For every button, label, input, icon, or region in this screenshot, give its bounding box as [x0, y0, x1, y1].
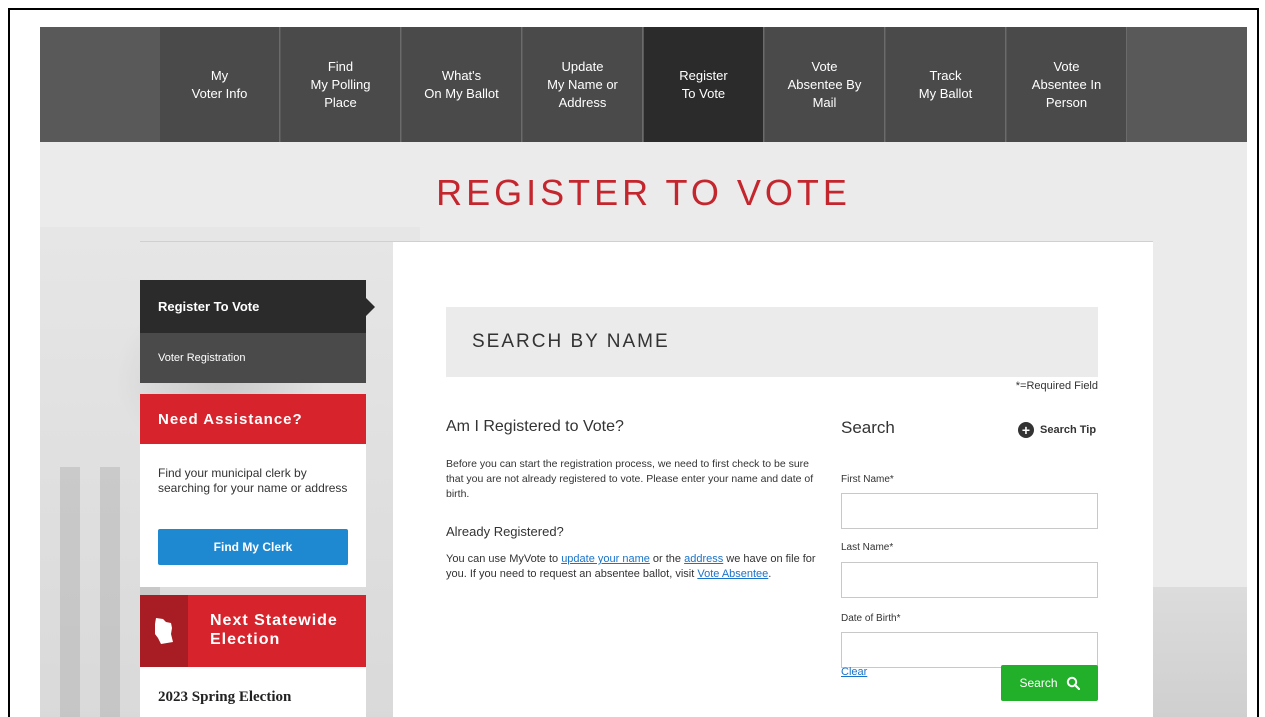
already-registered-text: You can use MyVote to update your name o… [446, 553, 816, 580]
nav-my-voter-info[interactable]: My Voter Info [160, 27, 280, 142]
date-of-birth-field[interactable] [841, 632, 1098, 668]
date-of-birth-label: Date of Birth* [841, 613, 901, 624]
last-name-field[interactable] [841, 562, 1098, 598]
top-navigation: My Voter Info Find My Polling Place What… [40, 27, 1247, 142]
vote-absentee-link[interactable]: Vote Absentee [697, 568, 768, 580]
nav-register-to-vote[interactable]: Register To Vote [644, 27, 764, 142]
update-your-name-link[interactable]: update your name [561, 553, 650, 565]
next-election-heading-panel: Next Statewide Election [140, 595, 366, 667]
wisconsin-state-icon [140, 595, 188, 667]
page: My Voter Info Find My Polling Place What… [40, 27, 1247, 717]
search-icon [1066, 676, 1080, 690]
last-name-label: Last Name* [841, 542, 894, 553]
search-by-name-heading: SEARCH BY NAME [446, 307, 1098, 377]
search-tip-label: Search Tip [1040, 424, 1097, 436]
need-assistance-heading: Need Assistance? [140, 394, 366, 444]
capitol-background-image-right [1137, 587, 1247, 717]
first-name-field[interactable] [841, 493, 1098, 529]
sidebar-item-register-to-vote[interactable]: Register To Vote [140, 280, 375, 333]
need-assistance-text: Find your municipal clerk by searching f… [158, 466, 348, 495]
plus-circle-icon: + [1018, 422, 1034, 438]
find-my-clerk-button[interactable]: Find My Clerk [158, 529, 348, 565]
registered-question-text: Before you can start the registration pr… [446, 458, 814, 500]
main-content: SEARCH BY NAME *=Required Field Am I Reg… [393, 242, 1153, 717]
search-button-label: Search [1019, 676, 1058, 690]
required-field-note: *=Required Field [1015, 380, 1098, 392]
search-tip-button[interactable]: + Search Tip [1018, 422, 1096, 438]
nav-vote-absentee-by-mail[interactable]: Vote Absentee By Mail [765, 27, 885, 142]
next-election-heading: Next Statewide Election [210, 612, 338, 648]
search-form-title: Search [841, 418, 895, 437]
screenshot-frame: My Voter Info Find My Polling Place What… [8, 8, 1259, 717]
nav-find-polling-place[interactable]: Find My Polling Place [281, 27, 401, 142]
registered-question-title: Am I Registered to Vote? [446, 418, 624, 435]
nav-update-name-address[interactable]: Update My Name or Address [523, 27, 643, 142]
first-name-label: First Name* [841, 474, 894, 485]
sidebar-item-voter-registration[interactable]: Voter Registration [140, 333, 366, 383]
need-assistance-panel: Find your municipal clerk by searching f… [140, 444, 366, 587]
already-registered-title: Already Registered? [446, 524, 564, 539]
address-link[interactable]: address [684, 553, 723, 565]
nav-whats-on-my-ballot[interactable]: What's On My Ballot [402, 27, 522, 142]
page-title: REGISTER TO VOTE [436, 172, 851, 213]
search-button[interactable]: Search [1001, 665, 1098, 701]
nav-vote-absentee-in-person[interactable]: Vote Absentee In Person [1007, 27, 1127, 142]
nav-track-my-ballot[interactable]: Track My Ballot [886, 27, 1006, 142]
next-election-name: 2023 Spring Election [140, 667, 366, 717]
clear-link[interactable]: Clear [841, 666, 867, 678]
